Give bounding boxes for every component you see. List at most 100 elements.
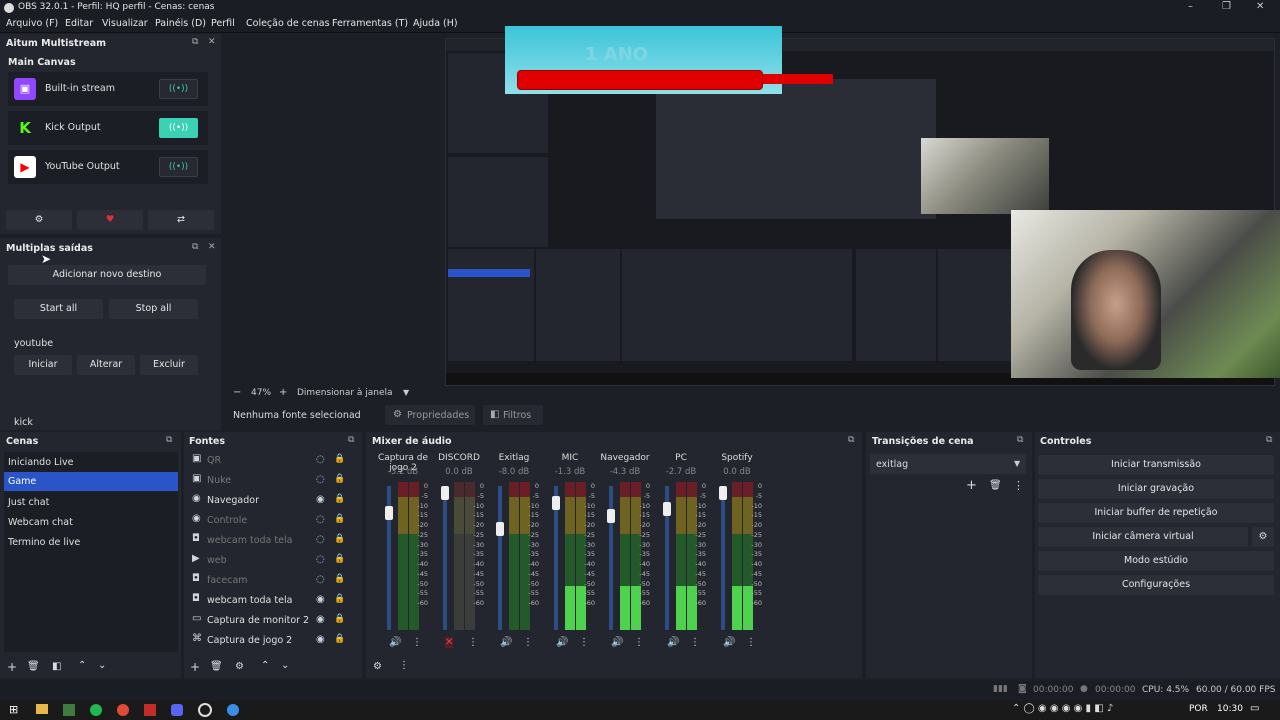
menu-paineis[interactable]: Painéis (D) xyxy=(155,18,206,29)
switch-button[interactable]: ⇄ xyxy=(148,210,214,230)
edit-destination-button[interactable]: Alterar xyxy=(77,355,135,375)
eye-hidden-icon[interactable]: ◌ xyxy=(316,514,325,525)
lock-icon[interactable]: 🔒 xyxy=(334,534,345,544)
speaker-icon[interactable]: 🔊 xyxy=(723,637,735,648)
source-row[interactable]: ▶ web ◌ 🔒 xyxy=(186,551,348,571)
start-destination-button[interactable]: Iniciar xyxy=(14,355,72,375)
lock-icon[interactable]: 🔒 xyxy=(334,494,345,504)
move-down-icon[interactable]: ⌄ xyxy=(281,660,289,671)
lock-icon[interactable]: 🔒 xyxy=(334,474,345,484)
volume-slider-handle[interactable] xyxy=(441,486,449,500)
more-options-icon[interactable]: ⋮ xyxy=(399,660,409,671)
volume-slider-handle[interactable] xyxy=(719,486,727,500)
float-dock-icon[interactable]: ⧉ xyxy=(848,435,854,445)
move-down-icon[interactable]: ⌄ xyxy=(98,660,106,671)
scene-item[interactable]: Webcam chat xyxy=(8,517,73,528)
source-row[interactable]: ◘ webcam toda tela ◉ 🔒 xyxy=(186,591,348,611)
maximize-button[interactable]: ❐ xyxy=(1222,1,1231,12)
more-options-icon[interactable]: ⋮ xyxy=(746,637,756,648)
volume-slider-handle[interactable] xyxy=(385,505,393,520)
source-row[interactable]: ◉ Controle ◌ 🔒 xyxy=(186,511,348,531)
toggle-output-button[interactable]: ((•)) xyxy=(159,79,198,99)
volume-slider-handle[interactable] xyxy=(607,509,615,524)
trash-icon[interactable]: 🗑 xyxy=(210,661,223,672)
eye-icon[interactable]: ◉ xyxy=(316,494,325,505)
float-dock-icon[interactable]: ⧉ xyxy=(348,435,354,445)
menu-ajuda[interactable]: Ajuda (H) xyxy=(413,18,458,29)
close-window-button[interactable]: ✕ xyxy=(1256,1,1264,12)
lock-icon[interactable]: 🔒 xyxy=(334,594,345,604)
volume-slider-handle[interactable] xyxy=(552,496,560,511)
close-dock-icon[interactable]: ✕ xyxy=(208,242,216,252)
lock-icon[interactable]: 🔒 xyxy=(334,574,345,584)
notification-icon[interactable]: ▭ xyxy=(1250,703,1259,714)
language-indicator[interactable]: POR xyxy=(1189,704,1208,714)
tray-icons[interactable]: ⌃ ◯ ◉ ◉ ◉ ◉ ▮ ◧ ♪ xyxy=(1012,703,1113,714)
float-dock-icon[interactable]: ⧉ xyxy=(1017,435,1023,445)
settings-button[interactable]: ⚙ xyxy=(6,210,72,230)
chevron-down-icon[interactable]: ▼ xyxy=(403,388,409,397)
clock[interactable]: 10:30 xyxy=(1217,704,1243,714)
muted-speaker-icon[interactable]: ✕ xyxy=(445,637,454,648)
eye-hidden-icon[interactable]: ◌ xyxy=(316,454,325,465)
trash-icon[interactable]: 🗑 xyxy=(27,661,40,672)
app-icon[interactable] xyxy=(63,704,75,716)
speaker-icon[interactable]: 🔊 xyxy=(500,637,512,648)
mixer-settings-icon[interactable]: ⚙ xyxy=(373,661,382,672)
float-dock-icon[interactable]: ⧉ xyxy=(192,37,198,47)
lock-icon[interactable]: 🔒 xyxy=(334,554,345,564)
eye-hidden-icon[interactable]: ◌ xyxy=(316,554,325,565)
volume-slider-track[interactable] xyxy=(443,486,447,630)
speaker-icon[interactable]: 🔊 xyxy=(667,637,679,648)
app-icon[interactable] xyxy=(227,704,239,716)
settings-button[interactable]: Configurações xyxy=(1038,575,1274,595)
toggle-output-button[interactable]: ((•)) xyxy=(159,157,198,177)
add-destination-button[interactable]: Adicionar novo destino xyxy=(8,265,206,285)
close-dock-icon[interactable]: ✕ xyxy=(208,37,216,47)
menu-ferramentas[interactable]: Ferramentas (T) xyxy=(332,18,408,29)
scale-mode-select[interactable]: Dimensionar à janela xyxy=(297,388,393,398)
virtual-camera-settings-button[interactable]: ⚙ xyxy=(1252,527,1274,547)
move-up-icon[interactable]: ⌃ xyxy=(261,660,269,671)
source-row[interactable]: ▭ Captura de monitor 2 ◉ 🔒 xyxy=(186,611,348,631)
source-row[interactable]: ▣ Nuke ◌ 🔒 xyxy=(186,471,348,491)
source-settings-icon[interactable]: ⚙ xyxy=(235,661,244,672)
spotify-icon[interactable] xyxy=(90,704,102,716)
eye-icon[interactable]: ◉ xyxy=(316,614,325,625)
volume-slider-track[interactable] xyxy=(721,486,725,630)
scene-item[interactable]: Termino de live xyxy=(8,537,80,548)
more-options-icon[interactable]: ⋮ xyxy=(634,637,644,648)
menu-editar[interactable]: Editar xyxy=(65,18,93,29)
start-all-button[interactable]: Start all xyxy=(14,299,103,319)
more-options-icon[interactable]: ⋮ xyxy=(690,637,700,648)
start-streaming-button[interactable]: Iniciar transmissão xyxy=(1038,455,1274,475)
transition-select[interactable]: exitlag ▼ xyxy=(870,454,1026,474)
speaker-icon[interactable]: 🔊 xyxy=(611,637,623,648)
eye-icon[interactable]: ◉ xyxy=(316,594,325,605)
zoom-out-icon[interactable]: − xyxy=(233,387,241,398)
delete-destination-button[interactable]: Excluir xyxy=(140,355,198,375)
lock-icon[interactable]: 🔒 xyxy=(334,454,345,464)
menu-visualizar[interactable]: Visualizar xyxy=(102,18,148,29)
trash-icon[interactable]: 🗑 xyxy=(989,480,1002,491)
source-row[interactable]: ◘ webcam toda tela ◌ 🔒 xyxy=(186,531,348,551)
start-virtual-camera-button[interactable]: Iniciar câmera virtual xyxy=(1038,527,1248,547)
more-options-icon[interactable]: ⋮ xyxy=(468,637,478,648)
eye-hidden-icon[interactable]: ◌ xyxy=(316,574,325,585)
menu-arquivo[interactable]: Arquivo (F) xyxy=(6,18,58,29)
more-options-icon[interactable]: ⋮ xyxy=(1013,479,1024,492)
volume-slider-track[interactable] xyxy=(498,486,502,630)
obs-icon[interactable] xyxy=(198,703,212,717)
volume-slider-handle[interactable] xyxy=(663,501,671,516)
source-row[interactable]: ◘ facecam ◌ 🔒 xyxy=(186,571,348,591)
windows-start-icon[interactable]: ⊞ xyxy=(9,703,18,716)
more-options-icon[interactable]: ⋮ xyxy=(523,637,533,648)
move-up-icon[interactable]: ⌃ xyxy=(78,660,86,671)
toggle-output-button[interactable]: ((•)) xyxy=(159,118,198,138)
source-row[interactable]: ◉ Navegador ◉ 🔒 xyxy=(186,491,348,511)
eye-hidden-icon[interactable]: ◌ xyxy=(316,474,325,485)
lock-icon[interactable]: 🔒 xyxy=(334,634,345,644)
float-dock-icon[interactable]: ⧉ xyxy=(166,435,172,445)
volume-slider-track[interactable] xyxy=(609,486,613,630)
app-icon[interactable] xyxy=(144,704,156,716)
